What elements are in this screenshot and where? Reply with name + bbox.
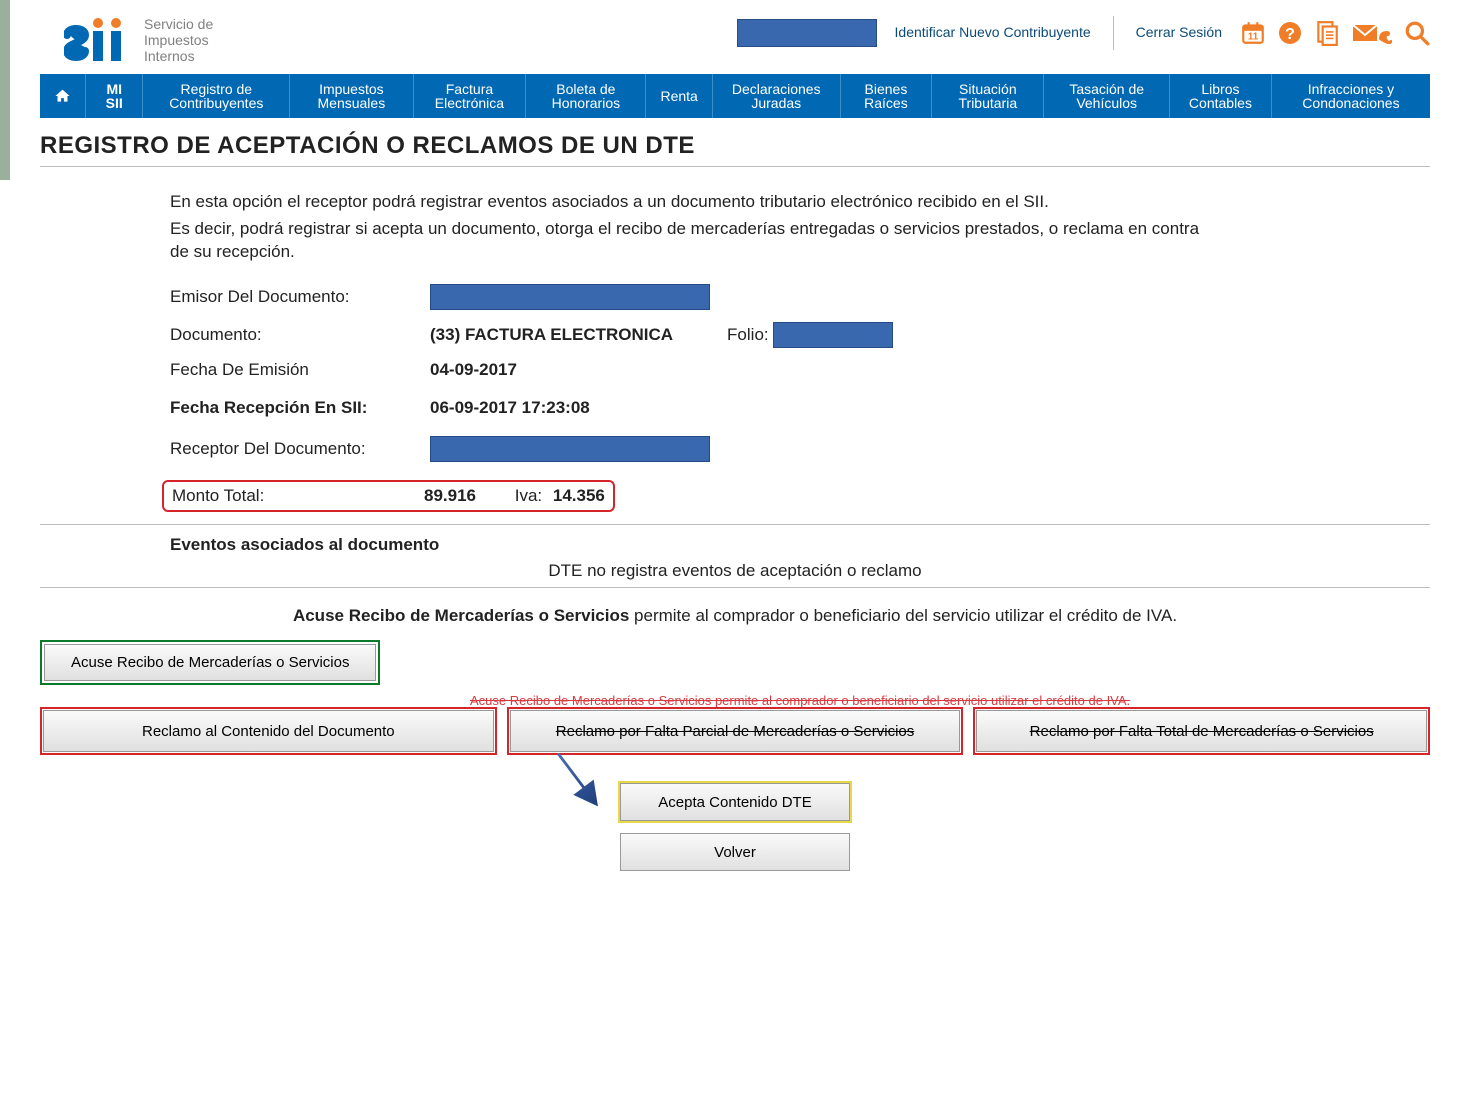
- divider: [40, 524, 1430, 525]
- reclamo-parcial-highlight: Reclamo por Falta Parcial de Mercaderías…: [507, 707, 964, 755]
- volver-button[interactable]: Volver: [620, 833, 850, 871]
- label-folio: Folio:: [727, 325, 769, 345]
- divider: [40, 166, 1430, 167]
- calendar-icon[interactable]: 11: [1240, 20, 1266, 46]
- value-folio-redacted: [773, 322, 893, 348]
- logo-block: Servicio de Impuestos Internos: [64, 16, 213, 64]
- document-details: Emisor Del Documento: Documento: (33) FA…: [170, 284, 1430, 512]
- label-emisor: Emisor Del Documento:: [170, 287, 430, 307]
- intro-p1: En esta opción el receptor podrá registr…: [170, 191, 1210, 214]
- document-icon[interactable]: [1314, 20, 1340, 46]
- svg-text:11: 11: [1248, 32, 1259, 43]
- intro-text: En esta opción el receptor podrá registr…: [170, 191, 1210, 264]
- value-receptor-redacted: [430, 436, 710, 462]
- user-redacted-field: [737, 19, 877, 47]
- action-buttons-area: Acuse Recibo de Mercaderías o Servicios …: [40, 640, 1430, 871]
- value-fecha-recepcion: 06-09-2017 17:23:08: [430, 398, 590, 418]
- logo-line2: Impuestos: [144, 32, 213, 48]
- value-emisor-redacted: [430, 284, 710, 310]
- main-nav: MI SII Registro de Contribuyentes Impues…: [40, 74, 1430, 118]
- acuse-recibo-button[interactable]: Acuse Recibo de Mercaderías o Servicios: [44, 644, 376, 681]
- label-iva: Iva:: [515, 486, 542, 505]
- events-empty-message: DTE no registra eventos de aceptación o …: [170, 561, 1300, 581]
- nav-declaraciones-juradas[interactable]: Declaraciones Juradas: [713, 74, 841, 118]
- value-monto-total: 89.916 Iva: 14.356: [424, 486, 605, 506]
- ghost-overlay-text: Acuse Recibo de Mercaderías o Servicios …: [470, 693, 1430, 708]
- reclamo-contenido-highlight: Reclamo al Contenido del Documento: [40, 707, 497, 755]
- nav-infracciones-condonaciones[interactable]: Infracciones y Condonaciones: [1272, 74, 1430, 118]
- acepta-contenido-button[interactable]: Acepta Contenido DTE: [620, 783, 850, 821]
- nav-factura-electronica[interactable]: Factura Electrónica: [414, 74, 527, 118]
- help-icon[interactable]: ?: [1278, 21, 1302, 45]
- acepta-contenido-highlight: Acepta Contenido DTE: [618, 781, 852, 823]
- sii-logo-icon: [64, 17, 134, 63]
- search-icon[interactable]: [1404, 20, 1430, 46]
- logo-text: Servicio de Impuestos Internos: [144, 16, 213, 64]
- logo-line1: Servicio de: [144, 16, 213, 32]
- page-side-strip: [0, 0, 10, 180]
- value-iva: 14.356: [553, 486, 605, 505]
- reclamo-parcial-button[interactable]: Reclamo por Falta Parcial de Mercaderías…: [510, 710, 961, 752]
- value-fecha-emision: 04-09-2017: [430, 360, 517, 380]
- label-receptor: Receptor Del Documento:: [170, 439, 430, 459]
- reclamo-total-highlight: Reclamo por Falta Total de Mercaderías o…: [973, 707, 1430, 755]
- monto-total-highlight-box: Monto Total: 89.916 Iva: 14.356: [162, 480, 615, 512]
- header: Servicio de Impuestos Internos Identific…: [40, 10, 1430, 74]
- nav-registro-contribuyentes[interactable]: Registro de Contribuyentes: [143, 74, 290, 118]
- divider: [40, 587, 1430, 588]
- contact-icon[interactable]: [1352, 21, 1392, 45]
- nav-situacion-tributaria[interactable]: Situación Tributaria: [932, 74, 1044, 118]
- nav-impuestos-mensuales[interactable]: Impuestos Mensuales: [290, 74, 413, 118]
- events-block: Eventos asociados al documento DTE no re…: [170, 535, 1430, 581]
- logo-line3: Internos: [144, 48, 213, 64]
- intro-p2: Es decir, podrá registrar si acepta un d…: [170, 218, 1210, 264]
- nav-renta[interactable]: Renta: [646, 74, 712, 118]
- nav-bienes-raices[interactable]: Bienes Raíces: [841, 74, 933, 118]
- svg-text:?: ?: [1285, 26, 1295, 43]
- header-divider: [1113, 16, 1114, 50]
- label-monto-total: Monto Total:: [172, 486, 424, 506]
- label-documento: Documento:: [170, 325, 430, 345]
- nav-tasacion-vehiculos[interactable]: Tasación de Vehículos: [1044, 74, 1170, 118]
- identify-new-taxpayer-link[interactable]: Identificar Nuevo Contribuyente: [895, 25, 1091, 40]
- value-documento: (33) FACTURA ELECTRONICA: [430, 325, 673, 345]
- reclamo-total-button[interactable]: Reclamo por Falta Total de Mercaderías o…: [976, 710, 1427, 752]
- nav-libros-contables[interactable]: Libros Contables: [1170, 74, 1272, 118]
- events-title: Eventos asociados al documento: [170, 535, 1430, 555]
- reclamo-contenido-button[interactable]: Reclamo al Contenido del Documento: [43, 710, 494, 752]
- acuse-recibo-highlight: Acuse Recibo de Mercaderías o Servicios: [40, 640, 380, 685]
- acuse-info-line: Acuse Recibo de Mercaderías o Servicios …: [40, 606, 1430, 626]
- close-session-link[interactable]: Cerrar Sesión: [1136, 25, 1222, 40]
- nav-boleta-honorarios[interactable]: Boleta de Honorarios: [526, 74, 646, 118]
- label-fecha-recepcion: Fecha Recepción En SII:: [170, 398, 430, 418]
- nav-misii[interactable]: MI SII: [86, 74, 143, 118]
- page-title: REGISTRO DE ACEPTACIÓN O RECLAMOS DE UN …: [40, 132, 1430, 160]
- nav-home[interactable]: [40, 74, 86, 118]
- arrow-annotation-icon: [545, 753, 615, 815]
- label-fecha-emision: Fecha De Emisión: [170, 360, 430, 380]
